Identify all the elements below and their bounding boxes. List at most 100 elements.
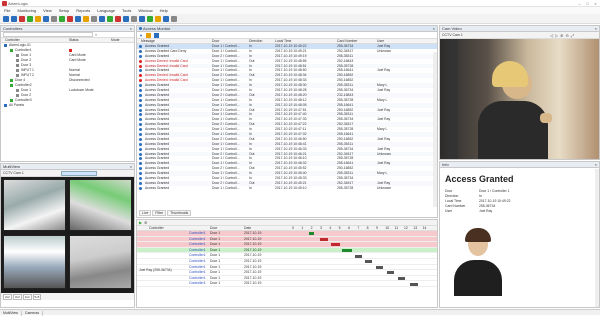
play-icon[interactable]: ▶ <box>139 220 142 225</box>
toolbar-button-icon[interactable] <box>75 15 81 22</box>
tree-node-icon <box>16 69 19 72</box>
tree-item[interactable]: All Panels <box>1 103 134 108</box>
granted-icon <box>139 137 142 141</box>
granted-icon <box>139 181 142 185</box>
camera-name: CCTV Cam 1 <box>442 33 463 37</box>
menu-item-window[interactable]: Window <box>138 8 152 13</box>
multiview-panel-title: MultiView <box>3 164 21 169</box>
camera-feed-1[interactable] <box>3 179 66 231</box>
controllers-search-input[interactable] <box>3 32 93 37</box>
menu-item-file[interactable]: File <box>4 8 10 13</box>
menu-item-setup[interactable]: Setup <box>59 8 69 13</box>
multiview-selector[interactable] <box>61 171 97 176</box>
toolbar-button-icon[interactable] <box>163 15 169 22</box>
granted-icon <box>139 177 142 181</box>
toolbar-button-icon[interactable] <box>99 15 105 22</box>
camera-video-toolbar: CCTV Cam 1 ◁▷⊕⊖⤢ <box>440 32 599 39</box>
toolbar-button-icon[interactable] <box>59 15 65 22</box>
timeline-event-bar[interactable] <box>409 282 418 286</box>
camera-feed-2[interactable] <box>69 179 132 231</box>
tree-item-label: All Panels <box>9 103 25 107</box>
zoom-icon[interactable]: ⊕ <box>144 220 147 225</box>
maximize-icon[interactable]: □ <box>584 1 591 6</box>
info-fields: Door Door 1 / Controller 1 Direction In Loca… <box>445 189 545 214</box>
camera-feed-3[interactable] <box>3 235 66 289</box>
timeline-event-bar[interactable] <box>387 271 395 275</box>
toolbar-button-icon[interactable] <box>19 15 25 22</box>
granted-icon <box>139 147 142 151</box>
menu-item-reports[interactable]: Reports <box>76 8 90 13</box>
toolbar-button-icon[interactable] <box>51 15 57 22</box>
toolbar-button-icon[interactable] <box>115 15 121 22</box>
menu-item-tools[interactable]: Tools <box>122 8 131 13</box>
camera-feed-4[interactable] <box>69 235 132 289</box>
status-tab-multiview[interactable]: MultiView <box>0 311 22 316</box>
access-monitor-toolbar: ▼ <box>137 32 437 39</box>
camera-video-panel: Cam Video × CCTV Cam 1 ◁▷⊕⊖⤢ <box>439 25 600 160</box>
door-frame <box>450 39 458 159</box>
status-tab-cameras[interactable]: Cameras <box>22 311 44 316</box>
info-field-value: Joel Ray <box>479 209 493 213</box>
toolbar-button-icon[interactable] <box>131 15 137 22</box>
denied-icon <box>139 64 142 68</box>
menu-item-help[interactable]: Help <box>160 8 168 13</box>
granted-icon <box>139 128 142 132</box>
toolbar-button-icon[interactable] <box>171 15 177 22</box>
menu-bar: File Monitoring View Setup Reports Language To… <box>0 7 600 14</box>
tab-filter[interactable]: Filter <box>152 210 167 216</box>
timeline-event-bar[interactable] <box>364 260 372 264</box>
access-event-list: Access Granted Door 1 / Controll... In 2017… <box>137 44 437 191</box>
info-scrollbar[interactable] <box>595 169 599 307</box>
access-scrollbar[interactable] <box>433 52 437 207</box>
timeline-event-bar[interactable] <box>320 237 329 241</box>
timeline-event-bar[interactable] <box>376 265 383 269</box>
menu-item-view[interactable]: View <box>43 8 52 13</box>
timeline-event-bar[interactable] <box>342 249 353 253</box>
toolbar-button-icon[interactable] <box>123 15 129 22</box>
close-panel-icon[interactable]: × <box>433 26 435 32</box>
toolbar-button-icon[interactable] <box>107 15 113 22</box>
layout-button[interactable]: 3x3 <box>12 293 22 300</box>
camera-video-feed[interactable] <box>440 39 599 159</box>
timeline-event-bar[interactable] <box>355 254 362 258</box>
menu-item-language[interactable]: Language <box>97 8 115 13</box>
window-title: AlarmLogic <box>8 1 29 6</box>
toolbar-button-icon[interactable] <box>3 15 9 22</box>
toolbar-button-icon[interactable] <box>67 15 73 22</box>
layout-button[interactable]: 2x2 <box>3 293 12 300</box>
timeline-row[interactable]: Controller1 Door 1 2017-10-19 <box>137 281 437 287</box>
access-event-row[interactable]: Access Granted Door 1 / Controll... In 2017… <box>137 185 437 191</box>
alert-icon <box>69 49 72 52</box>
toolbar-button-icon[interactable] <box>27 15 33 22</box>
search-icon[interactable]: ⌕ <box>95 32 97 37</box>
toolbar-button-icon[interactable] <box>155 15 161 22</box>
controllers-panel-title: Controllers <box>3 26 23 31</box>
toolbar-button-icon[interactable] <box>35 15 41 22</box>
toolbar-button-icon[interactable] <box>83 15 89 22</box>
filter-icon[interactable]: ▼ <box>139 33 143 38</box>
toolbar-button-icon[interactable] <box>147 15 153 22</box>
controllers-panel: Controllers × ⌕ Controller Status Mode Al… <box>0 25 135 162</box>
toolbar-button-icon[interactable] <box>91 15 97 22</box>
toolbar-button-icon[interactable] <box>139 15 145 22</box>
person-body <box>478 101 548 159</box>
menu-item-monitoring[interactable]: Monitoring <box>17 8 36 13</box>
close-panel-icon[interactable]: × <box>595 162 597 168</box>
toolbar-button-icon[interactable] <box>43 15 49 22</box>
export-icon[interactable] <box>153 32 159 38</box>
tab-thumbnails[interactable]: Thumbnails <box>167 210 192 216</box>
layout-button[interactable]: 5x5 <box>32 293 42 300</box>
access-bottom-tabs: Live Filter Thumbnails <box>139 210 192 216</box>
minimize-icon[interactable]: – <box>576 1 583 6</box>
camera-controls-icon[interactable]: ◁▷⊕⊖⤢ <box>550 33 576 38</box>
tab-live[interactable]: Live <box>139 210 152 216</box>
print-icon[interactable] <box>145 32 151 38</box>
toolbar-button-icon[interactable] <box>11 15 17 22</box>
timeline-event-bar[interactable] <box>308 232 315 236</box>
access-monitor-panel: Access Monitor × ▼ Message Door Direction… <box>136 25 438 218</box>
close-icon[interactable]: × <box>592 1 599 6</box>
layout-button[interactable]: 4x4 <box>22 293 32 300</box>
timeline-event-bar[interactable] <box>398 277 406 281</box>
timeline-event-bar[interactable] <box>331 243 340 247</box>
toolbar <box>0 14 600 24</box>
